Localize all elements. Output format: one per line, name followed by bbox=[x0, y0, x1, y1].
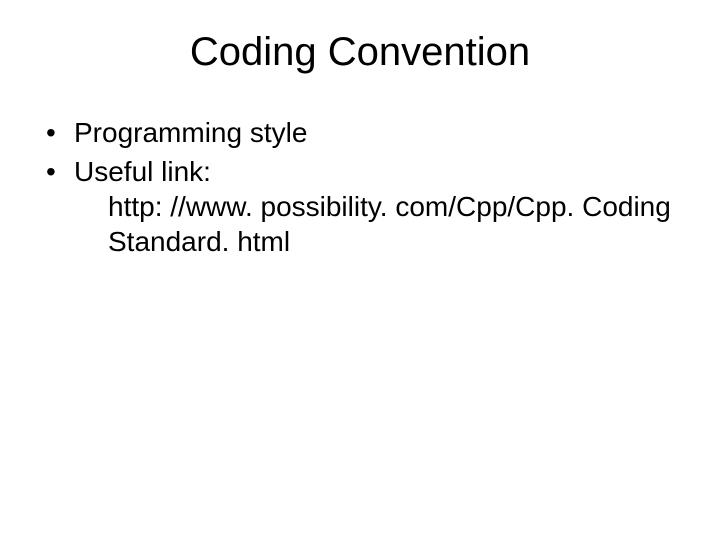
slide: Coding Convention Programming style Usef… bbox=[0, 0, 720, 540]
list-item: Useful link: http: //www. possibility. c… bbox=[40, 154, 680, 259]
list-item: Programming style bbox=[40, 115, 680, 150]
bullet-continuation: http: //www. possibility. com/Cpp/Cpp. C… bbox=[74, 189, 680, 224]
bullet-text: Programming style bbox=[74, 117, 307, 148]
bullet-text: Useful link: bbox=[74, 156, 211, 187]
bullet-continuation: Standard. html bbox=[74, 224, 680, 259]
slide-body: Programming style Useful link: http: //w… bbox=[40, 115, 680, 259]
bullet-list: Programming style Useful link: http: //w… bbox=[40, 115, 680, 259]
slide-title: Coding Convention bbox=[40, 30, 680, 75]
